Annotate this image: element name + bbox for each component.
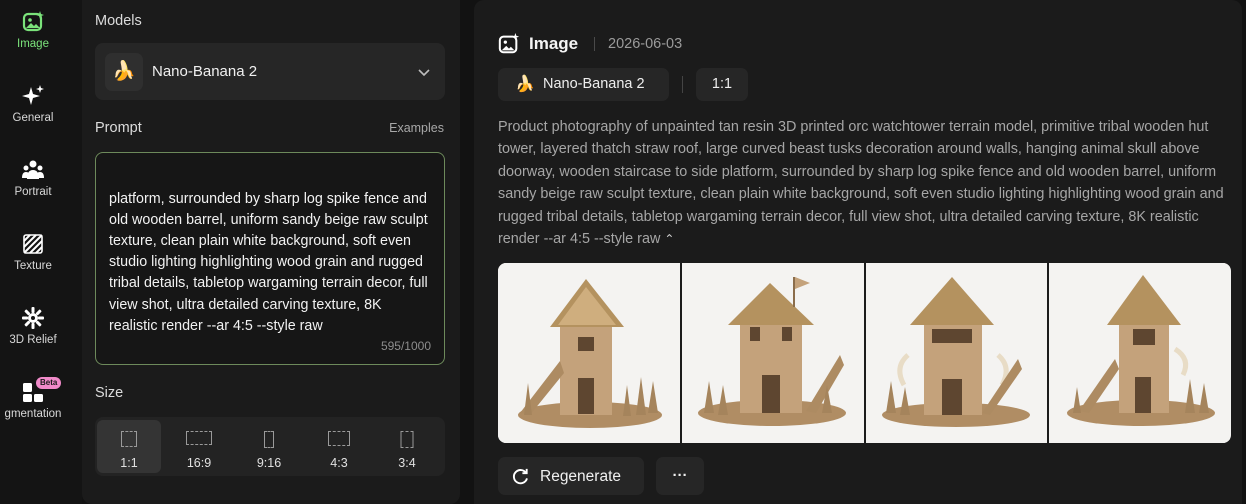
prompt-title: Prompt — [95, 120, 142, 136]
left-nav: Image General Portrait Texture 3D Relief… — [0, 0, 82, 504]
banana-icon: 🍌 — [105, 53, 143, 91]
nav-item-general[interactable]: General — [0, 84, 66, 124]
size-option-16-9[interactable]: 16:9 — [167, 420, 231, 473]
nav-label-segmentation: gmentation — [4, 408, 62, 420]
beta-badge: Beta — [36, 377, 62, 389]
regenerate-button[interactable]: Regenerate — [498, 457, 644, 495]
nav-label-general: General — [12, 112, 54, 124]
sparkle-icon — [22, 85, 44, 105]
description-text: Product photography of unpainted tan res… — [498, 119, 1224, 248]
image-sparkle-icon — [498, 33, 520, 54]
model-name: Nano-Banana 2 — [152, 63, 258, 80]
examples-link[interactable]: Examples — [389, 121, 444, 135]
size-title: Size — [95, 385, 124, 401]
nav-item-3d-relief[interactable]: 3D Relief — [0, 306, 66, 346]
more-dots-icon: ··· — [672, 467, 688, 484]
regenerate-label: Regenerate — [540, 468, 622, 485]
chevron-down-icon — [418, 69, 430, 77]
wide-ratio-icon — [186, 431, 212, 445]
model-chip-label: Nano-Banana 2 — [543, 76, 645, 92]
banana-icon: 🍌 — [515, 76, 535, 93]
size-label: 4:3 — [330, 456, 348, 470]
watchtower-image — [498, 263, 679, 443]
portrait-ratio-icon — [400, 431, 414, 448]
watchtower-image — [865, 263, 1047, 443]
ratio-chip-label: 1:1 — [711, 76, 733, 92]
gear-star-icon — [22, 307, 44, 329]
ratio-chip[interactable]: 1:1 — [696, 68, 748, 101]
nav-item-segmentation[interactable]: Beta gmentation — [0, 377, 66, 420]
char-counter: 595/1000 — [380, 339, 431, 353]
watchtower-image — [1049, 263, 1231, 443]
result-title: Image — [529, 34, 579, 53]
size-label: 9:16 — [256, 456, 282, 470]
prompt-input[interactable]: platform, surrounded by sharp log spike … — [95, 152, 445, 365]
result-date: 2026-06-03 — [608, 36, 683, 52]
nav-item-texture[interactable]: Texture — [0, 232, 66, 272]
result-image-1[interactable] — [498, 263, 680, 443]
size-option-9-16[interactable]: 9:16 — [237, 420, 301, 473]
model-select[interactable]: 🍌 Nano-Banana 2 — [95, 43, 445, 100]
nav-label-portrait: Portrait — [14, 186, 52, 198]
size-label: 3:4 — [398, 456, 416, 470]
size-selector: 1:1 16:9 9:16 4:3 3:4 — [95, 417, 445, 476]
nav-item-image[interactable]: Image — [0, 10, 66, 50]
nav-label-texture: Texture — [14, 260, 52, 272]
size-option-3-4[interactable]: 3:4 — [375, 420, 439, 473]
result-image-2[interactable] — [681, 263, 864, 443]
prompt-text[interactable]: platform, surrounded by sharp log spike … — [109, 189, 432, 337]
image-sparkle-icon — [22, 11, 44, 32]
hatch-icon — [23, 234, 43, 254]
square-ratio-icon — [121, 431, 137, 447]
prompt-description: Product photography of unpainted tan res… — [498, 116, 1238, 250]
size-label: 16:9 — [186, 456, 212, 470]
result-panel: Image 2026-06-03 🍌 Nano-Banana 2 1:1 Pro… — [474, 0, 1242, 504]
collapse-chevron-up-icon[interactable]: ⌃ — [664, 232, 674, 246]
models-title: Models — [95, 13, 142, 29]
nav-item-portrait[interactable]: Portrait — [0, 158, 66, 198]
chip-divider — [682, 76, 683, 93]
result-gallery — [498, 263, 1231, 443]
model-chip[interactable]: 🍌 Nano-Banana 2 — [498, 68, 669, 101]
size-option-4-3[interactable]: 4:3 — [307, 420, 371, 473]
result-image-3[interactable] — [865, 263, 1048, 443]
refresh-icon — [512, 468, 528, 485]
people-icon — [22, 160, 44, 179]
settings-panel: Models 🍌 Nano-Banana 2 Prompt Examples p… — [82, 0, 460, 504]
result-image-4[interactable] — [1049, 263, 1231, 443]
tall-ratio-icon — [264, 431, 274, 448]
size-label: 1:1 — [120, 456, 138, 470]
watchtower-image — [681, 263, 863, 443]
size-option-1-1[interactable]: 1:1 — [97, 420, 161, 473]
header-divider — [594, 37, 595, 51]
more-options-button[interactable]: ··· — [656, 457, 704, 495]
nav-label-3d-relief: 3D Relief — [9, 334, 57, 346]
landscape-ratio-icon — [328, 431, 350, 446]
nav-label-image: Image — [17, 38, 49, 50]
